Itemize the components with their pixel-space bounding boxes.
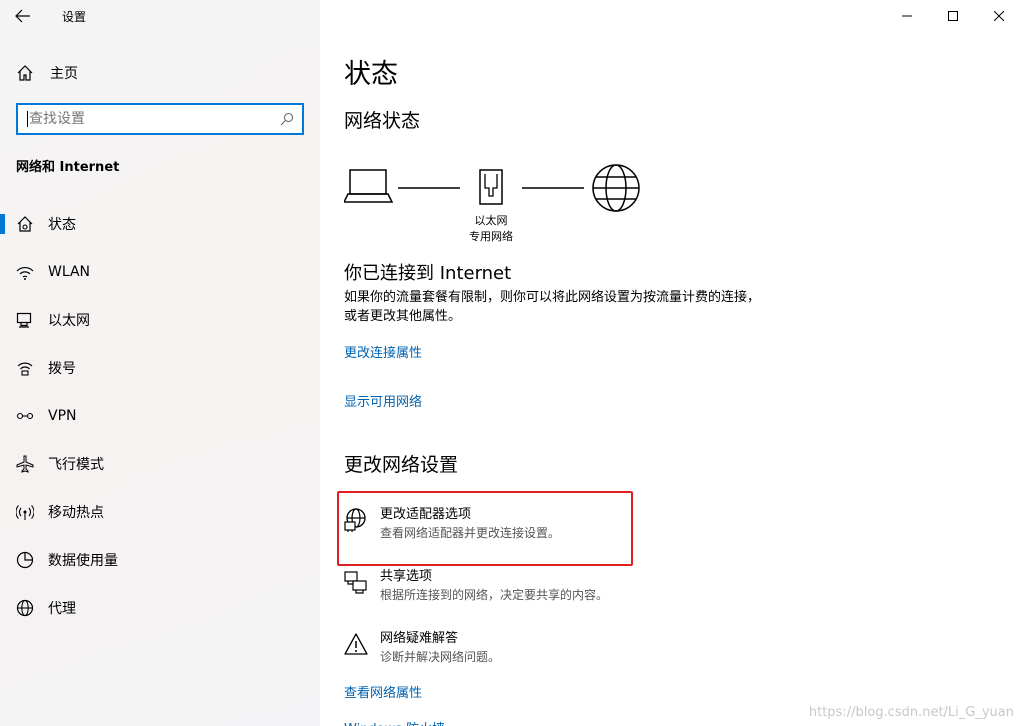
option-troubleshoot[interactable]: 网络疑难解答 诊断并解决网络问题。 xyxy=(344,630,634,678)
sidebar-item-label: 飞行模式 xyxy=(48,457,104,473)
vpn-icon xyxy=(16,407,34,425)
sidebar-item-wlan[interactable]: WLAN xyxy=(0,248,320,296)
option-sharing[interactable]: 共享选项 根据所连接到的网络，决定要共享的内容。 xyxy=(344,568,634,616)
sidebar-item-vpn[interactable]: VPN xyxy=(0,392,320,440)
change-connection-properties-link[interactable]: 更改连接属性 xyxy=(344,342,422,361)
maximize-button[interactable] xyxy=(930,0,976,32)
internet-globe-icon xyxy=(592,164,640,212)
close-button[interactable] xyxy=(976,0,1022,32)
diagram-label-private: 专用网络 xyxy=(469,230,513,243)
globe-icon xyxy=(16,599,34,617)
sidebar-item-label: 状态 xyxy=(48,217,76,233)
dialup-icon xyxy=(16,359,34,377)
sidebar-item-hotspot[interactable]: 移动热点 xyxy=(0,488,320,536)
airplane-icon xyxy=(16,455,34,473)
data-usage-icon xyxy=(16,551,34,569)
warning-icon xyxy=(344,633,368,655)
option-text: 更改适配器选项 查看网络适配器并更改连接设置。 xyxy=(380,506,560,554)
ethernet-icon xyxy=(16,311,34,329)
sidebar-home[interactable]: 主页 xyxy=(0,57,320,89)
sidebar-item-proxy[interactable]: 代理 xyxy=(0,584,320,632)
home-network-icon xyxy=(16,215,34,233)
sidebar-nav: 状态 WLAN 以太网 拨号 VPN 飞行模式 移动热点 数据使用量 代理 xyxy=(0,200,320,632)
section-title: 网络和 Internet xyxy=(16,160,120,175)
adapter-icon xyxy=(344,508,366,532)
sharing-icon xyxy=(344,571,367,594)
sidebar-item-label: WLAN xyxy=(48,264,91,280)
home-icon xyxy=(17,65,33,81)
ethernet-port-icon xyxy=(479,169,503,205)
window-controls xyxy=(884,0,1022,32)
sidebar-item-label: 拨号 xyxy=(48,361,76,377)
option-text: 共享选项 根据所连接到的网络，决定要共享的内容。 xyxy=(380,568,608,616)
diagram-label-ethernet: 以太网 xyxy=(474,214,508,227)
page-title: 状态 xyxy=(344,59,398,90)
search-icon xyxy=(280,112,294,126)
change-network-settings-title: 更改网络设置 xyxy=(344,454,459,476)
sidebar: 设置 主页 网络和 Internet 状态 WLAN 以太网 拨号 xyxy=(0,0,320,726)
option-title: 网络疑难解答 xyxy=(380,631,459,646)
option-text: 网络疑难解答 诊断并解决网络问题。 xyxy=(380,630,500,678)
back-button[interactable] xyxy=(0,0,46,32)
app-title: 设置 xyxy=(62,9,87,24)
close-icon xyxy=(994,11,1004,21)
main-content: 状态 网络状态 以太网 专用网络 你已连接到 Internet 如果你的流量套餐… xyxy=(320,0,1022,726)
connected-title: 你已连接到 Internet xyxy=(344,263,512,284)
option-title: 共享选项 xyxy=(380,569,433,584)
network-status-title: 网络状态 xyxy=(344,110,421,132)
sidebar-item-ethernet[interactable]: 以太网 xyxy=(0,296,320,344)
sidebar-item-label: 代理 xyxy=(48,601,76,617)
maximize-icon xyxy=(948,11,958,21)
option-description: 诊断并解决网络问题。 xyxy=(380,650,501,664)
search-input[interactable] xyxy=(29,111,272,127)
sidebar-item-label: 数据使用量 xyxy=(48,553,118,569)
sidebar-item-data-usage[interactable]: 数据使用量 xyxy=(0,536,320,584)
sidebar-item-label: VPN xyxy=(48,408,77,424)
sidebar-home-label: 主页 xyxy=(50,66,78,82)
back-arrow-icon xyxy=(15,9,30,23)
firewall-link[interactable]: Windows 防火墙 xyxy=(344,718,445,726)
option-change-adapter[interactable]: 更改适配器选项 查看网络适配器并更改连接设置。 xyxy=(344,506,634,554)
option-description: 根据所连接到的网络，决定要共享的内容。 xyxy=(380,588,609,602)
minimize-button[interactable] xyxy=(884,0,930,32)
hotspot-icon xyxy=(16,503,34,521)
network-diagram: 以太网 专用网络 xyxy=(344,160,664,250)
connected-description: 如果你的流量套餐有限制，则你可以将此网络设置为按流量计费的连接，或者更改其他属性… xyxy=(344,290,761,324)
search-button[interactable] xyxy=(272,112,302,126)
text-caret xyxy=(27,111,28,127)
wifi-icon xyxy=(16,263,34,281)
search-box[interactable] xyxy=(16,103,304,135)
watermark: https://blog.csdn.net/Li_G_yuan xyxy=(808,705,1014,720)
sidebar-item-label: 以太网 xyxy=(48,313,90,329)
sidebar-item-status[interactable]: 状态 xyxy=(0,200,320,248)
titlebar-left: 设置 xyxy=(0,0,320,32)
sidebar-item-label: 移动热点 xyxy=(48,505,104,521)
option-title: 更改适配器选项 xyxy=(380,507,472,522)
sidebar-item-airplane[interactable]: 飞行模式 xyxy=(0,440,320,488)
show-available-networks-link[interactable]: 显示可用网络 xyxy=(344,391,422,410)
option-description: 查看网络适配器并更改连接设置。 xyxy=(380,526,561,540)
minimize-icon xyxy=(902,15,912,17)
view-network-properties-link[interactable]: 查看网络属性 xyxy=(344,682,422,701)
laptop-icon xyxy=(344,169,394,203)
sidebar-item-dialup[interactable]: 拨号 xyxy=(0,344,320,392)
